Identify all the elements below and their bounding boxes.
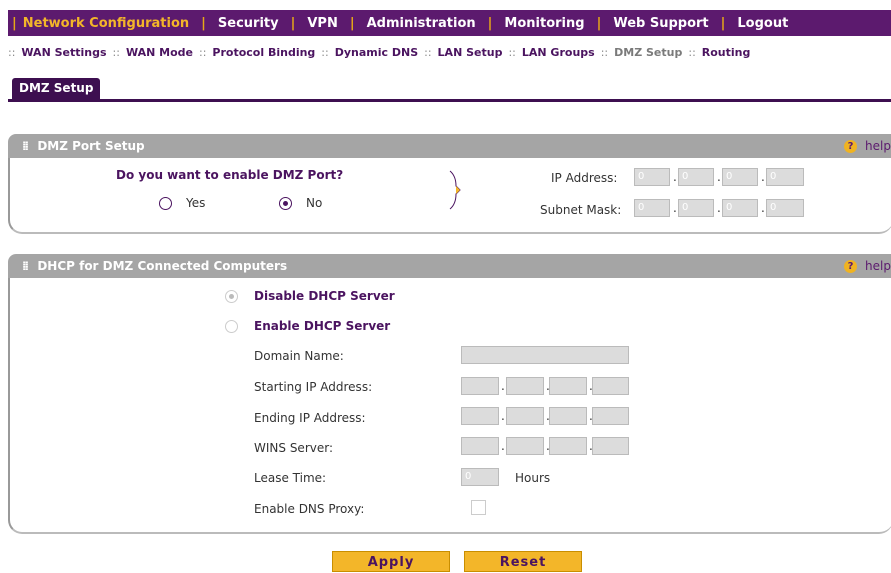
subnet-mask-octet-4[interactable]: 0 [766, 199, 804, 217]
starting-ip-octet-3[interactable] [549, 377, 587, 395]
ip-address-octet-3[interactable]: 0 [722, 168, 758, 186]
ending-ip-octet-4[interactable] [592, 407, 629, 425]
starting-ip-octet-2[interactable] [506, 377, 544, 395]
subnav-dynamic-dns[interactable]: Dynamic DNS [335, 46, 418, 59]
starting-ip-octet-4[interactable] [592, 377, 629, 395]
subnav-dmz-setup[interactable]: DMZ Setup [614, 46, 682, 59]
subnet-mask-octet-3[interactable]: 0 [722, 199, 758, 217]
subnav-protocol-binding[interactable]: Protocol Binding [212, 46, 315, 59]
nav-vpn[interactable]: VPN [307, 16, 337, 31]
wins-server-label: WINS Server: [254, 441, 333, 455]
dmz-no-radio[interactable] [279, 197, 292, 210]
nav-security[interactable]: Security [218, 16, 279, 31]
nav-monitoring[interactable]: Monitoring [504, 16, 584, 31]
enable-dhcp-radio[interactable] [225, 320, 238, 333]
ending-ip-label: Ending IP Address: [254, 411, 366, 425]
dmz-no-label: No [306, 196, 323, 210]
domain-name-label: Domain Name: [254, 349, 344, 363]
tab-underline [8, 99, 891, 102]
dhcp-title: DHCP for DMZ Connected Computers [37, 259, 288, 273]
grip-icon: ⁞⁞ [22, 139, 29, 153]
ip-address-label: IP Address: [551, 171, 618, 185]
subnet-mask-octet-2[interactable]: 0 [678, 199, 714, 217]
enable-dmz-question: Do you want to enable DMZ Port? [116, 168, 344, 182]
dmz-help-link[interactable]: ? help [844, 134, 891, 158]
wins-octet-1[interactable] [461, 437, 499, 455]
dhcp-help-label: help [865, 259, 891, 273]
subnet-mask-octet-1[interactable]: 0 [634, 199, 670, 217]
enable-dhcp-label: Enable DHCP Server [254, 319, 391, 333]
nav-administration[interactable]: Administration [367, 16, 476, 31]
subnav-wan-settings[interactable]: WAN Settings [21, 46, 106, 59]
subnet-mask-label: Subnet Mask: [540, 203, 622, 217]
dns-proxy-label: Enable DNS Proxy: [254, 502, 365, 516]
starting-ip-label: Starting IP Address: [254, 380, 373, 394]
wins-octet-4[interactable] [592, 437, 629, 455]
subnav-routing[interactable]: Routing [702, 46, 751, 59]
ending-ip-octet-1[interactable] [461, 407, 499, 425]
lease-time-label: Lease Time: [254, 471, 327, 485]
dmz-port-setup-title: DMZ Port Setup [37, 139, 145, 153]
nav-network-configuration[interactable]: Network Configuration [23, 16, 189, 31]
grip-icon: ⁞⁞ [22, 259, 29, 273]
help-icon: ? [844, 139, 858, 153]
dhcp-help-link[interactable]: ? help [844, 254, 891, 278]
nav-web-support[interactable]: Web Support [613, 16, 708, 31]
ip-address-octet-1[interactable]: 0 [634, 168, 670, 186]
subnav-lan-groups[interactable]: LAN Groups [522, 46, 595, 59]
top-nav: | Network Configuration | Security | VPN… [8, 10, 891, 36]
ending-ip-octet-3[interactable] [549, 407, 587, 425]
ip-address-octet-4[interactable]: 0 [766, 168, 804, 186]
dhcp-body [8, 278, 891, 534]
domain-name-input[interactable] [461, 346, 629, 364]
apply-button[interactable]: Apply [332, 551, 450, 572]
tab-dmz-setup[interactable]: DMZ Setup [12, 78, 101, 99]
disable-dhcp-radio[interactable] [225, 290, 238, 303]
dmz-yes-radio[interactable] [159, 197, 172, 210]
lease-time-unit: Hours [515, 471, 551, 485]
ip-address-octet-2[interactable]: 0 [678, 168, 714, 186]
nav-logout[interactable]: Logout [737, 16, 788, 31]
wins-octet-3[interactable] [549, 437, 587, 455]
subnav-lan-setup[interactable]: LAN Setup [438, 46, 503, 59]
help-icon: ? [844, 259, 858, 273]
dns-proxy-checkbox[interactable] [471, 500, 486, 515]
lease-time-input[interactable]: 0 [461, 468, 499, 486]
dmz-help-label: help [865, 139, 891, 153]
subnav-wan-mode[interactable]: WAN Mode [126, 46, 193, 59]
wins-octet-2[interactable] [506, 437, 544, 455]
disable-dhcp-label: Disable DHCP Server [254, 289, 395, 303]
dhcp-header: ⁞⁞ DHCP for DMZ Connected Computers ? he… [8, 254, 891, 278]
dmz-port-setup-header: ⁞⁞ DMZ Port Setup ? help [8, 134, 891, 158]
sub-nav: :: WAN Settings :: WAN Mode :: Protocol … [8, 45, 751, 59]
reset-button[interactable]: Reset [464, 551, 582, 572]
dmz-yes-label: Yes [186, 196, 206, 210]
brace-icon [449, 170, 461, 210]
ending-ip-octet-2[interactable] [506, 407, 544, 425]
starting-ip-octet-1[interactable] [461, 377, 499, 395]
